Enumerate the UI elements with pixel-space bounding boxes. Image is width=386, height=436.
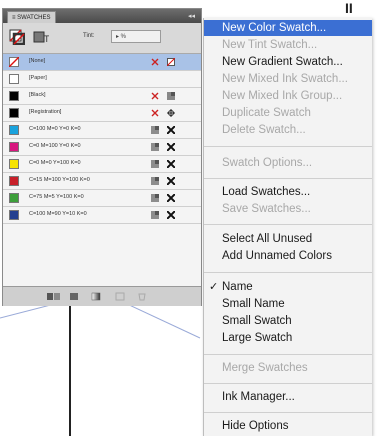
non-editable-icon <box>151 92 159 100</box>
menu-item-view-small-name[interactable]: Small Name <box>204 296 372 312</box>
swatch-row[interactable]: [Registration] <box>3 105 201 122</box>
menu-item-label: Name <box>222 281 253 293</box>
process-color-icon <box>151 177 159 185</box>
swatch-chip <box>9 159 19 169</box>
menu-item-new-color-swatch[interactable]: New Color Swatch... <box>204 20 372 36</box>
swatches-panel-menu: New Color Swatch... New Tint Swatch... N… <box>203 18 372 436</box>
tint-field[interactable]: ▸ % <box>111 30 161 43</box>
menu-item-duplicate-swatch[interactable]: Duplicate Swatch <box>204 105 372 121</box>
menu-item-save-swatches[interactable]: Save Swatches... <box>204 201 372 217</box>
checkmark-icon: ✓ <box>209 281 219 293</box>
swatch-chip <box>9 210 19 220</box>
swatch-name: C=0 M=0 Y=100 K=0 <box>29 160 81 166</box>
swatch-name: [Black] <box>29 92 46 98</box>
swatch-row[interactable]: C=0 M=100 Y=0 K=0 <box>3 139 201 156</box>
swatch-row[interactable]: C=100 M=0 Y=0 K=0 <box>3 122 201 139</box>
menu-item-load-swatches[interactable]: Load Swatches... <box>204 184 372 200</box>
swatch-name: [None] <box>29 58 46 64</box>
menu-item-hide-options[interactable]: Hide Options <box>204 418 372 434</box>
show-all-swatches-icon[interactable] <box>47 292 61 301</box>
menu-item-ink-manager[interactable]: Ink Manager... <box>204 389 372 405</box>
tint-label: Tint: <box>83 33 95 39</box>
swatch-row[interactable]: [Paper] <box>3 71 201 88</box>
cmyk-icon <box>167 211 175 219</box>
process-color-icon <box>167 92 175 100</box>
collapse-icon[interactable]: ◂◂ <box>188 12 195 20</box>
swatch-row[interactable]: C=0 M=0 Y=100 K=0 <box>3 156 201 173</box>
swatch-toolbar: T Tint: ▸ % <box>3 23 201 54</box>
menu-item-view-small-swatch[interactable]: Small Swatch <box>204 313 372 329</box>
fill-stroke-icon[interactable] <box>9 29 25 45</box>
swatch-chip <box>9 125 19 135</box>
guide-line-right <box>124 302 201 339</box>
menu-item-select-all-unused[interactable]: Select All Unused <box>204 231 372 247</box>
menu-separator <box>204 224 372 225</box>
swatch-chip <box>9 193 19 203</box>
menu-item-add-unnamed-colors[interactable]: Add Unnamed Colors <box>204 248 372 264</box>
process-color-icon <box>151 143 159 151</box>
menu-item-view-large-swatch[interactable]: Large Swatch <box>204 330 372 346</box>
cmyk-icon <box>167 160 175 168</box>
cmyk-icon <box>167 194 175 202</box>
show-color-swatches-icon[interactable] <box>69 292 79 301</box>
cmyk-icon <box>167 143 175 151</box>
menu-item-view-name[interactable]: ✓ Name <box>204 279 372 295</box>
swatch-name: C=100 M=0 Y=0 K=0 <box>29 126 81 132</box>
menu-item-delete-swatch[interactable]: Delete Swatch... <box>204 122 372 138</box>
swatch-chip <box>9 176 19 186</box>
process-color-icon <box>151 211 159 219</box>
swatch-name: C=75 M=5 Y=100 K=0 <box>29 194 84 200</box>
menu-separator <box>204 354 372 355</box>
swatch-name: [Registration] <box>29 109 62 115</box>
menu-separator <box>204 178 372 179</box>
swatch-name: [Paper] <box>29 75 47 81</box>
swatch-chip <box>9 108 19 118</box>
cmyk-icon <box>167 177 175 185</box>
menu-item-swatch-options[interactable]: Swatch Options... <box>204 155 372 171</box>
swatch-row[interactable]: C=15 M=100 Y=100 K=0 <box>3 173 201 190</box>
non-editable-icon <box>151 109 159 117</box>
menu-item-new-gradient-swatch[interactable]: New Gradient Swatch... <box>204 54 372 70</box>
panel-title-bar[interactable]: ≡ SWATCHES ◂◂ <box>3 9 201 24</box>
swatches-panel: ≡ SWATCHES ◂◂ T Tint: ▸ % [None] [Paper]… <box>2 8 202 306</box>
cmyk-icon <box>167 126 175 134</box>
process-color-icon <box>151 194 159 202</box>
new-swatch-icon[interactable] <box>115 292 125 301</box>
menu-item-new-mixed-ink-swatch[interactable]: New Mixed Ink Swatch... <box>204 71 372 87</box>
menu-separator <box>204 272 372 273</box>
menu-item-new-mixed-ink-group[interactable]: New Mixed Ink Group... <box>204 88 372 104</box>
swatch-row[interactable]: [Black] <box>3 88 201 105</box>
top-glyph: II <box>345 0 353 16</box>
swatch-row[interactable]: [None] <box>3 54 201 71</box>
swatch-name: C=100 M=90 Y=10 K=0 <box>29 211 87 217</box>
formatting-container-icon[interactable]: T <box>33 29 49 45</box>
none-color-icon <box>167 58 175 66</box>
menu-separator <box>204 146 372 147</box>
swatch-chip <box>9 142 19 152</box>
process-color-icon <box>151 160 159 168</box>
process-color-icon <box>151 126 159 134</box>
show-gradient-swatches-icon[interactable] <box>91 292 101 301</box>
delete-swatch-icon[interactable] <box>137 292 147 301</box>
registration-icon <box>167 109 175 117</box>
non-editable-icon <box>151 58 159 66</box>
menu-separator <box>204 383 372 384</box>
swatch-row[interactable]: C=100 M=90 Y=10 K=0 <box>3 207 201 224</box>
swatch-chip <box>9 74 19 84</box>
none-swatch-icon <box>9 57 19 67</box>
swatch-list: [None] [Paper] [Black] [Registration] C=… <box>3 54 201 286</box>
panel-bottom-bar <box>3 286 201 306</box>
svg-text:T: T <box>44 34 49 44</box>
swatch-name: C=15 M=100 Y=100 K=0 <box>29 177 90 183</box>
menu-item-merge-swatches[interactable]: Merge Swatches <box>204 360 372 376</box>
swatch-chip <box>9 91 19 101</box>
menu-item-new-tint-swatch[interactable]: New Tint Swatch... <box>204 37 372 53</box>
swatch-row[interactable]: C=75 M=5 Y=100 K=0 <box>3 190 201 207</box>
menu-separator <box>204 412 372 413</box>
swatch-name: C=0 M=100 Y=0 K=0 <box>29 143 81 149</box>
